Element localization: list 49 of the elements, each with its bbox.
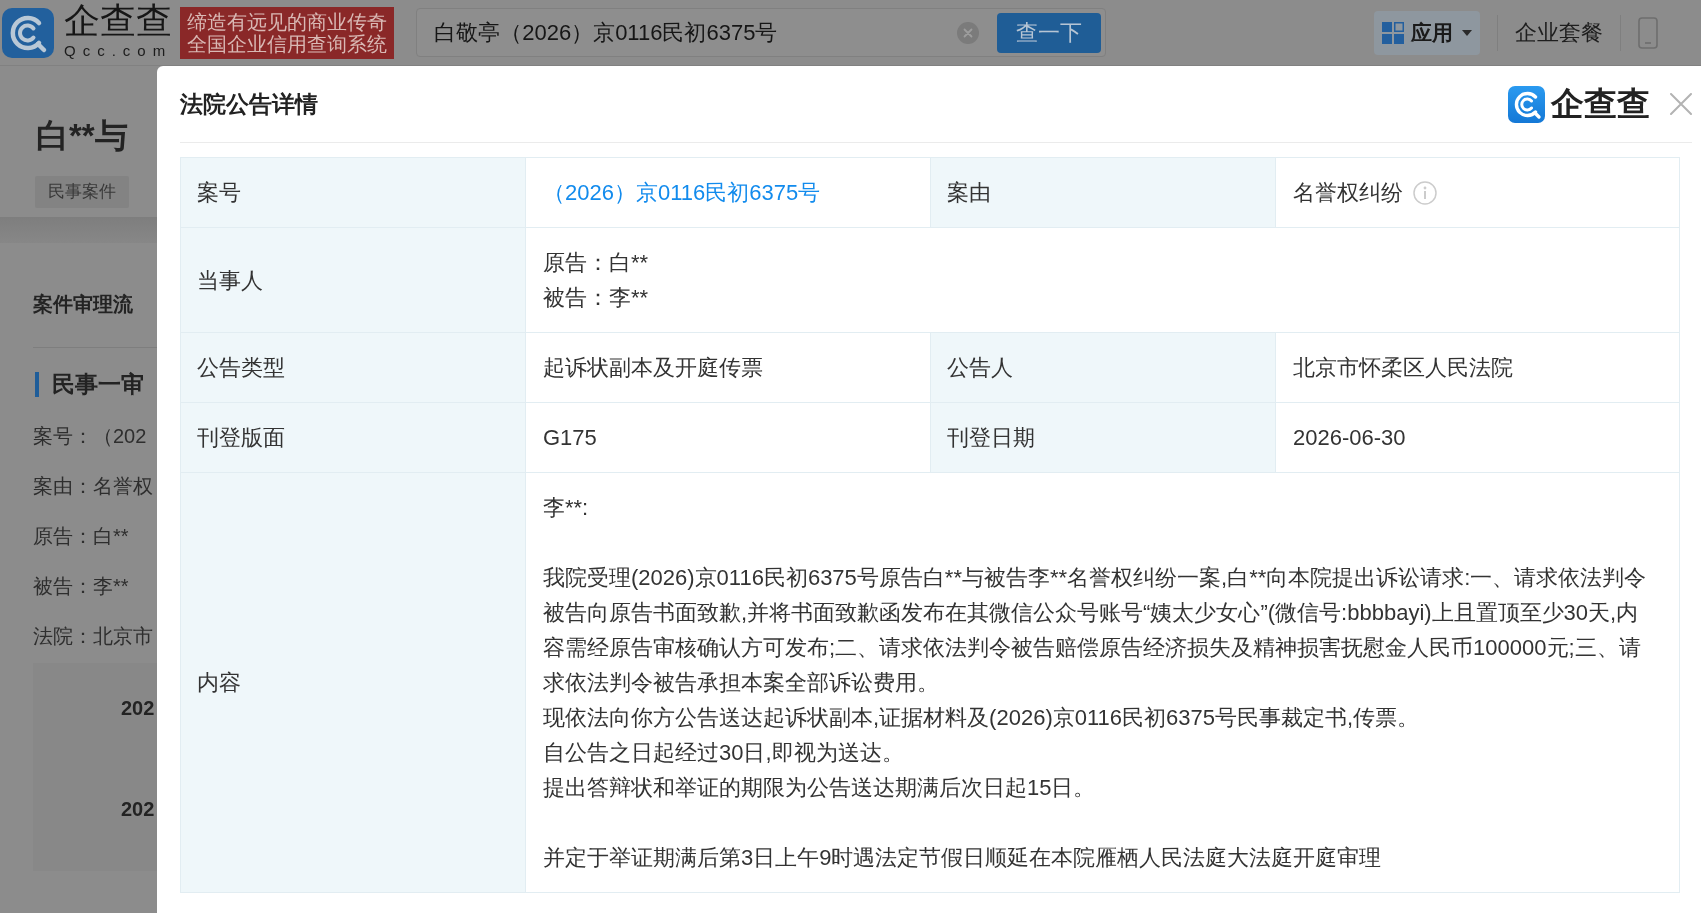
field-label: 当事人 xyxy=(180,227,526,333)
search-field[interactable]: 白敬亭（2026）京0116民初6375号 查一下 xyxy=(416,8,1107,57)
notice-paragraph: 我院受理(2026)京0116民初6375号原告白**与被告李**名誉权纠纷一案,白**向本院提出诉讼请求:一、请求依法判令被告向原告书面致歉,并将书面致歉函发布在其微信公众号账号“姨太少女心”(微信号:bbbbayi)上且置顶至少30天,内容需经原告审核确认方可发布;二、请求依法判令被告赔偿原告经济损失及精神损害抚慰金人民币100000元;三、请求依法判令被告承担本案全部诉讼费用。 xyxy=(543,564,1648,697)
field-value: 名誉权纠纷 xyxy=(1293,179,1403,207)
case-field: 原告：白** xyxy=(0,511,157,561)
notice-paragraph: 现依法向你方公告送达起诉状副本,证据材料及(2026)京0116民初6375号民事裁定书,传票。 xyxy=(543,704,1421,732)
info-icon[interactable] xyxy=(1413,180,1437,205)
case-title: 白**与 xyxy=(36,116,129,156)
close-icon[interactable] xyxy=(1670,93,1692,115)
brand-name: 企查查 xyxy=(1551,85,1650,123)
caret-icon xyxy=(1462,29,1472,36)
slogan-line: 缔造有远见的商业传奇 xyxy=(187,10,388,33)
search-button[interactable]: 查一下 xyxy=(997,12,1102,53)
brand-logo-icon xyxy=(1508,85,1545,123)
nav-link[interactable]: 企业套餐 xyxy=(1515,18,1603,47)
dialog-title: 法院公告详情 xyxy=(180,89,318,119)
phone-icon[interactable] xyxy=(1638,16,1658,49)
field-label: 刊登版面 xyxy=(180,402,526,473)
case-tag: 民事案件 xyxy=(35,176,129,208)
logo-domain: Qcc.com xyxy=(64,43,173,58)
grid-icon xyxy=(1382,21,1404,44)
timeline-date: 202 xyxy=(121,696,156,721)
notice-paragraph: 提出答辩状和举证的期限为公告送达期满后次日起15日。 xyxy=(543,774,1097,802)
field-label: 案由 xyxy=(930,157,1276,228)
notice-paragraph: 自公告之日起经过30日,即视为送达。 xyxy=(543,739,905,767)
notice-salutation: 李**: xyxy=(543,494,590,522)
notice-paragraph: 并定于举证期满后第3日上午9时遇法定节假日顺延在本院雁栖人民法庭大法庭开庭审理 xyxy=(543,844,1383,872)
case-field: 案由：名誉权 xyxy=(0,461,157,511)
logo-icon[interactable] xyxy=(2,7,54,58)
field-value: 起诉状副本及开庭传票 xyxy=(525,332,931,403)
field-label: 内容 xyxy=(180,472,526,893)
timeline-date: 202 xyxy=(121,797,156,822)
logo-name[interactable]: 企查查 xyxy=(64,3,173,39)
apps-menu-button[interactable]: 应用 xyxy=(1374,10,1480,55)
field-label: 案号 xyxy=(180,157,526,228)
field-value: G175 xyxy=(525,402,931,473)
party-line: 原告：白** xyxy=(543,249,650,277)
field-label: 公告类型 xyxy=(180,332,526,403)
slogan-line: 全国企业信用查询系统 xyxy=(187,32,388,55)
case-field: 被告：李** xyxy=(0,561,157,611)
field-value: 北京市怀柔区人民法院 xyxy=(1275,332,1680,403)
section-title: 案件审理流 xyxy=(32,292,134,317)
field-label: 公告人 xyxy=(930,332,1276,403)
case-field: 法院：北京市 xyxy=(0,611,157,661)
field-label: 刊登日期 xyxy=(930,402,1276,473)
field-value: 2026-06-30 xyxy=(1275,402,1680,473)
clear-icon[interactable] xyxy=(957,21,980,44)
case-field: 案号：（202 xyxy=(0,411,157,461)
party-line: 被告：李** xyxy=(543,284,650,312)
